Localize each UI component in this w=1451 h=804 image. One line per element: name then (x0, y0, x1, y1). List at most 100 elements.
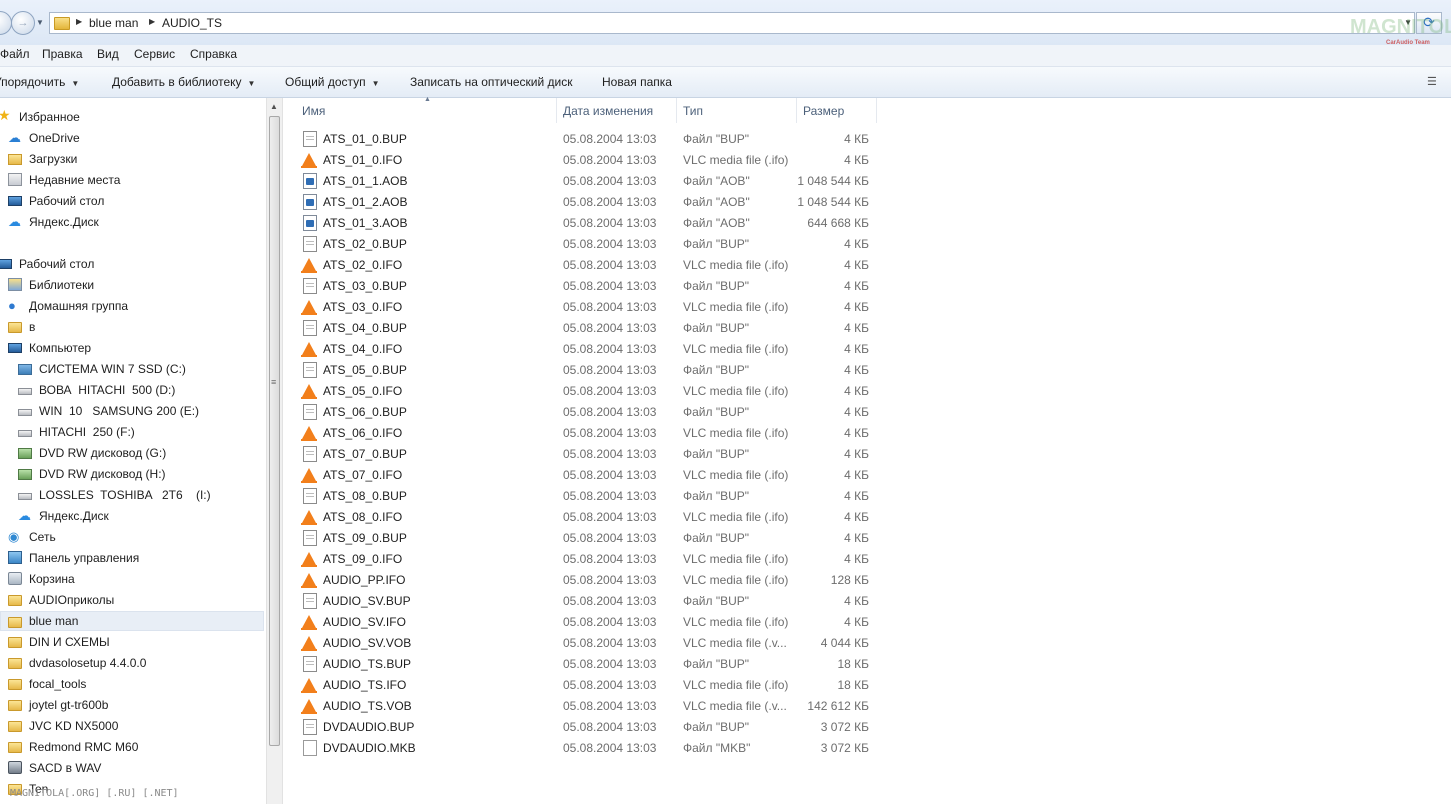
nav-libraries[interactable]: Библиотеки (0, 275, 264, 295)
file-row[interactable]: ATS_06_0.BUP 05.08.2004 13:03 Файл "BUP" 4 … (299, 402, 879, 422)
nav-folder-focal-tools[interactable]: focal_tools (0, 674, 264, 694)
file-row[interactable]: ATS_09_0.BUP 05.08.2004 13:03 Файл "BUP" 4 … (299, 528, 879, 548)
chevron-right-icon[interactable]: ▶ (149, 17, 155, 26)
nav-drive-i[interactable]: LOSSLES TOSHIBA 2T6 (I:) (0, 485, 264, 505)
nav-user-folder[interactable]: в (0, 317, 264, 337)
menu-file[interactable]: Файл (0, 47, 30, 61)
nav-downloads[interactable]: Загрузки (0, 149, 264, 169)
chevron-right-icon[interactable]: ▶ (76, 17, 82, 26)
column-header-size[interactable]: Размер (797, 98, 876, 123)
file-row[interactable]: ATS_08_0.IFO 05.08.2004 13:03 VLC media fi… (299, 507, 879, 527)
breadcrumb-audio-ts[interactable]: AUDIO_TS (162, 16, 222, 30)
nav-computer[interactable]: Компьютер (0, 338, 264, 358)
file-row[interactable]: ATS_05_0.BUP 05.08.2004 13:03 Файл "BUP" 4 … (299, 360, 879, 380)
file-date-modified: 05.08.2004 13:03 (563, 615, 657, 629)
nav-recycle-bin[interactable]: Корзина (0, 569, 264, 589)
file-row[interactable]: ATS_01_3.AOB 05.08.2004 13:03 Файл "AOB" 64… (299, 213, 879, 233)
nav-folder-joytel[interactable]: joytel gt-tr600b (0, 695, 264, 715)
file-row[interactable]: DVDAUDIO.BUP 05.08.2004 13:03 Файл "BUP" 3 … (299, 717, 879, 737)
view-options-icon[interactable]: ☰ (1427, 75, 1441, 88)
folder-icon (8, 617, 22, 628)
file-row[interactable]: ATS_05_0.IFO 05.08.2004 13:03 VLC media fi… (299, 381, 879, 401)
file-row[interactable]: AUDIO_SV.IFO 05.08.2004 13:03 VLC media fi… (299, 612, 879, 632)
scrollbar-thumb[interactable]: ≡ (269, 116, 280, 746)
nav-drive-c[interactable]: СИСТЕМА WIN 7 SSD (C:) (0, 359, 264, 379)
file-row[interactable]: ATS_06_0.IFO 05.08.2004 13:03 VLC media fi… (299, 423, 879, 443)
forward-button[interactable]: → (11, 11, 35, 35)
file-row[interactable]: DVDAUDIO.MKB 05.08.2004 13:03 Файл "MKB" 3 … (299, 738, 879, 758)
menu-edit[interactable]: Правка (42, 47, 83, 61)
burn-button[interactable]: Записать на оптический диск (410, 75, 573, 89)
nav-folder-redmond[interactable]: Redmond RMC M60 (0, 737, 264, 757)
file-row[interactable]: AUDIO_TS.IFO 05.08.2004 13:03 VLC media fi… (299, 675, 879, 695)
file-row[interactable]: ATS_03_0.IFO 05.08.2004 13:03 VLC media fi… (299, 297, 879, 317)
nav-folder-din[interactable]: DIN И СХЕМЫ (0, 632, 264, 652)
file-row[interactable]: AUDIO_SV.BUP 05.08.2004 13:03 Файл "BUP" 4 … (299, 591, 879, 611)
nav-homegroup[interactable]: ● Домашняя группа (0, 296, 264, 316)
menu-help[interactable]: Справка (190, 47, 237, 61)
nav-onedrive[interactable]: ☁ OneDrive (0, 128, 264, 148)
nav-folder-audioprikoly[interactable]: AUDIOприколы (0, 590, 264, 610)
nav-favorites[interactable]: ★ Избранное (0, 107, 264, 127)
nav-yandex-disk-favorite[interactable]: ☁ Яндекс.Диск (0, 212, 264, 232)
file-name: ATS_03_0.IFO (323, 300, 403, 314)
file-row[interactable]: ATS_07_0.BUP 05.08.2004 13:03 Файл "BUP" 4 … (299, 444, 879, 464)
nav-label: Сеть (29, 530, 56, 544)
file-row[interactable]: ATS_04_0.IFO 05.08.2004 13:03 VLC media fi… (299, 339, 879, 359)
file-date-modified: 05.08.2004 13:03 (563, 384, 657, 398)
nav-drive-h[interactable]: DVD RW дисковод (H:) (0, 464, 264, 484)
file-date-modified: 05.08.2004 13:03 (563, 699, 657, 713)
nav-label: DVD RW дисковод (H:) (39, 467, 166, 481)
nav-folder-blue-man[interactable]: blue man (0, 611, 264, 631)
file-row[interactable]: AUDIO_SV.VOB 05.08.2004 13:03 VLC media fi… (299, 633, 879, 653)
column-header-name[interactable]: Имя ▲ (284, 96, 556, 123)
share-button[interactable]: Общий доступ ▼ (285, 75, 380, 89)
file-row[interactable]: ATS_01_0.BUP 05.08.2004 13:03 Файл "BUP" 4 … (299, 129, 879, 149)
file-row[interactable]: ATS_09_0.IFO 05.08.2004 13:03 VLC media fi… (299, 549, 879, 569)
nav-drive-d[interactable]: ВОВА HITACHI 500 (D:) (0, 380, 264, 400)
organize-button[interactable]: Упорядочить ▼ (0, 75, 79, 89)
column-header-label: Тип (683, 104, 704, 118)
nav-folder-dvdasolosetup[interactable]: dvdasolosetup 4.4.0.0 (0, 653, 264, 673)
nav-label: WIN 10 SAMSUNG 200 (E:) (39, 404, 200, 418)
yandex-disk-icon: ☁ (18, 508, 31, 523)
column-header-date[interactable]: Дата изменения (557, 98, 677, 123)
nav-desktop[interactable]: Рабочий стол (0, 254, 264, 274)
nav-drive-g[interactable]: DVD RW дисковод (G:) (0, 443, 264, 463)
nav-yandex-disk-computer[interactable]: ☁ Яндекс.Диск (0, 506, 264, 526)
column-divider[interactable] (876, 98, 877, 123)
breadcrumb-blue-man[interactable]: blue man (89, 16, 138, 30)
scroll-up-arrow-icon[interactable]: ▲ (270, 102, 278, 111)
menu-view[interactable]: Вид (97, 47, 119, 61)
nav-recent-places[interactable]: Недавние места (0, 170, 264, 190)
add-to-library-button[interactable]: Добавить в библиотеку ▼ (112, 75, 255, 89)
nav-desktop-favorite[interactable]: Рабочий стол (0, 191, 264, 211)
nav-drive-e[interactable]: WIN 10 SAMSUNG 200 (E:) (0, 401, 264, 421)
nav-folder-jvc[interactable]: JVC KD NX5000 (0, 716, 264, 736)
folder-icon (54, 17, 70, 30)
nav-control-panel[interactable]: Панель управления (0, 548, 264, 568)
doc-icon (303, 278, 317, 294)
file-row[interactable]: ATS_02_0.IFO 05.08.2004 13:03 VLC media fi… (299, 255, 879, 275)
new-folder-button[interactable]: Новая папка (602, 75, 672, 89)
file-row[interactable]: ATS_08_0.BUP 05.08.2004 13:03 Файл "BUP" 4 … (299, 486, 879, 506)
nav-drive-f[interactable]: HITACHI 250 (F:) (0, 422, 264, 442)
file-row[interactable]: ATS_01_1.AOB 05.08.2004 13:03 Файл "AOB" 1 … (299, 171, 879, 191)
file-row[interactable]: AUDIO_TS.BUP 05.08.2004 13:03 Файл "BUP" 18… (299, 654, 879, 674)
file-row[interactable]: ATS_01_2.AOB 05.08.2004 13:03 Файл "AOB" 1 … (299, 192, 879, 212)
file-row[interactable]: AUDIO_PP.IFO 05.08.2004 13:03 VLC media fi… (299, 570, 879, 590)
file-row[interactable]: AUDIO_TS.VOB 05.08.2004 13:03 VLC media fi… (299, 696, 879, 716)
nav-sacd-to-wav[interactable]: SACD в WAV (0, 758, 264, 778)
history-dropdown-icon[interactable]: ▼ (36, 18, 44, 27)
address-field[interactable]: ▶ blue man ▶ AUDIO_TS ▼ (49, 12, 1415, 34)
file-row[interactable]: ATS_02_0.BUP 05.08.2004 13:03 Файл "BUP" 4 … (299, 234, 879, 254)
file-row[interactable]: ATS_04_0.BUP 05.08.2004 13:03 Файл "BUP" 4 … (299, 318, 879, 338)
navigation-scrollbar[interactable]: ▲ ≡ (266, 98, 283, 804)
column-header-type[interactable]: Тип (677, 98, 797, 123)
file-row[interactable]: ATS_07_0.IFO 05.08.2004 13:03 VLC media fi… (299, 465, 879, 485)
file-row[interactable]: ATS_03_0.BUP 05.08.2004 13:03 Файл "BUP" 4 … (299, 276, 879, 296)
file-name: ATS_08_0.IFO (323, 510, 403, 524)
nav-network[interactable]: ◉ Сеть (0, 527, 264, 547)
file-row[interactable]: ATS_01_0.IFO 05.08.2004 13:03 VLC media fi… (299, 150, 879, 170)
menu-tools[interactable]: Сервис (134, 47, 175, 61)
